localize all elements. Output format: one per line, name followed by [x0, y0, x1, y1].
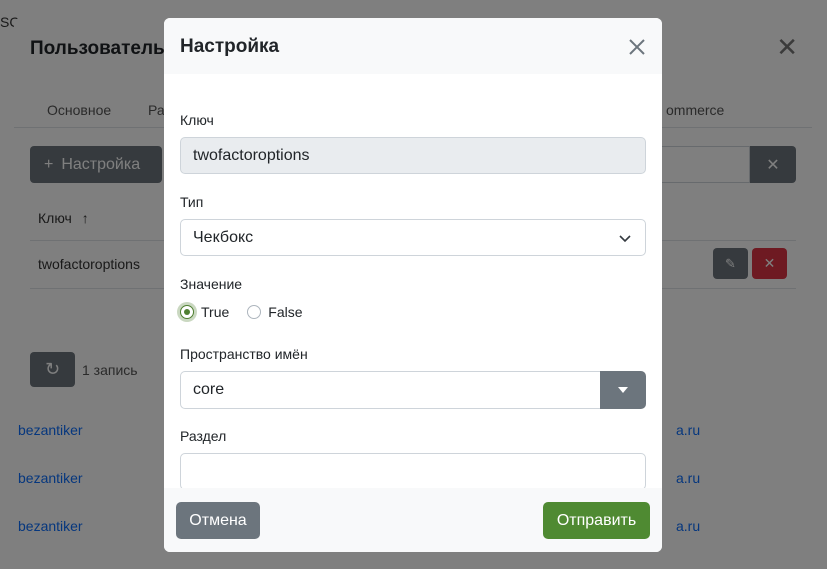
namespace-dropdown-button[interactable] — [600, 371, 646, 409]
section-label: Раздел — [180, 428, 227, 444]
setting-modal: Настройка Ключ twofactoroptions Тип Чекб… — [164, 18, 662, 552]
cancel-button[interactable]: Отмена — [176, 502, 260, 539]
chevron-down-icon — [619, 235, 631, 243]
value-radio-group: True False — [180, 304, 321, 320]
radio-true-control[interactable] — [180, 305, 194, 319]
type-select[interactable]: Чекбокс — [180, 219, 646, 256]
modal-body: Ключ twofactoroptions Тип Чекбокс Значен… — [164, 74, 662, 490]
section-input[interactable] — [180, 453, 646, 490]
namespace-combobox: core — [180, 371, 646, 409]
key-label: Ключ — [180, 112, 214, 128]
key-field[interactable]: twofactoroptions — [180, 137, 646, 174]
namespace-value: core — [193, 381, 225, 398]
radio-true[interactable]: True — [180, 304, 229, 320]
modal-title: Настройка — [180, 36, 280, 57]
type-value: Чекбокс — [193, 228, 254, 246]
modal-footer: Отмена Отправить — [164, 488, 662, 552]
radio-false-label: False — [268, 304, 303, 320]
type-label: Тип — [180, 194, 204, 210]
value-label: Значение — [180, 276, 243, 292]
namespace-label: Пространство имён — [180, 346, 308, 362]
radio-true-label: True — [201, 304, 230, 320]
caret-down-icon — [618, 387, 628, 393]
cancel-label: Отмена — [189, 511, 247, 529]
submit-button[interactable]: Отправить — [543, 502, 650, 539]
submit-label: Отправить — [556, 511, 637, 529]
key-value: twofactoroptions — [193, 146, 310, 164]
radio-false-control[interactable] — [247, 305, 262, 319]
close-icon[interactable] — [626, 36, 648, 58]
radio-false[interactable]: False — [247, 304, 303, 320]
modal-header: Настройка — [164, 18, 662, 74]
namespace-input[interactable]: core — [180, 371, 600, 409]
